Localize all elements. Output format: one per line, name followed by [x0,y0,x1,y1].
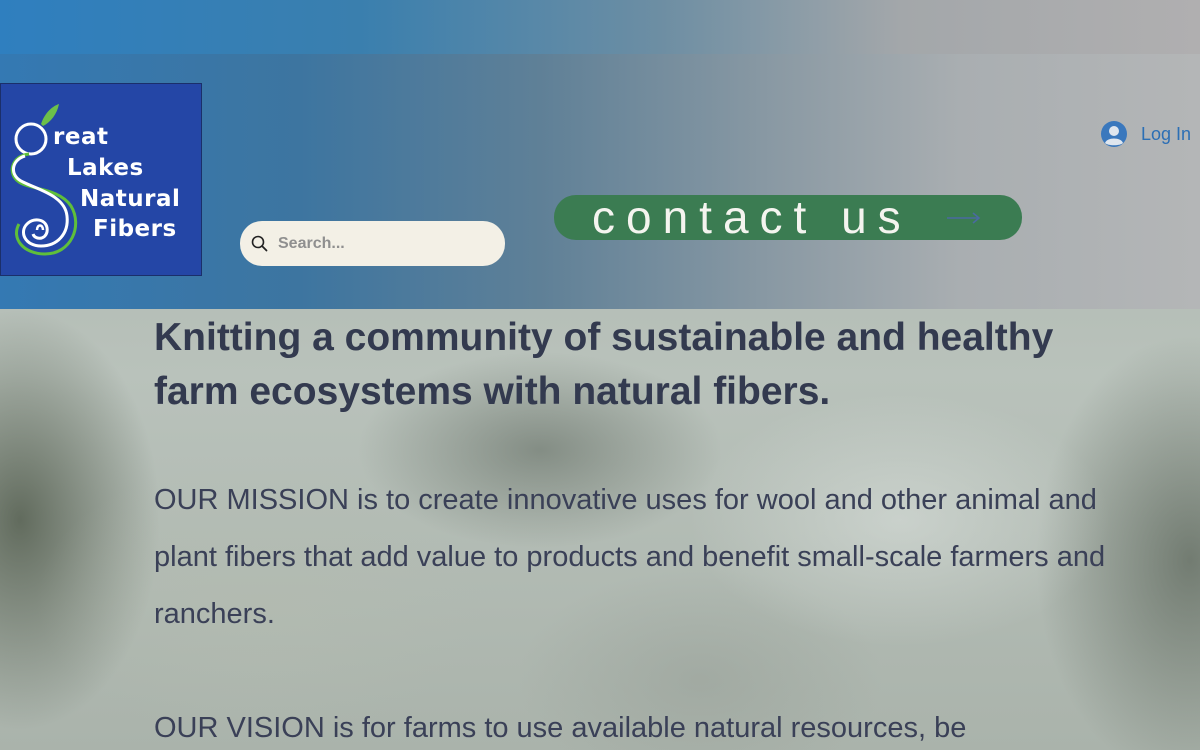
mission-paragraph: OUR MISSION is to create innovative uses… [154,484,1106,630]
logo-text-line-3: Natural [80,186,181,212]
page: reat Lakes Natural Fibers contact us [0,0,1200,750]
user-avatar-icon [1100,120,1128,148]
vision-paragraph: OUR VISION is for farms to use available… [154,712,967,744]
search-input[interactable] [278,221,493,266]
main-content: Knitting a community of sustainable and … [154,311,1144,744]
search-icon[interactable] [250,234,270,254]
page-headline: Knitting a community of sustainable and … [154,316,1054,413]
contact-us-label: contact us [592,191,912,243]
top-banner-strip [0,0,1200,54]
site-logo[interactable]: reat Lakes Natural Fibers [0,83,202,276]
logo-text-line-1: reat [53,124,109,150]
logo-text-line-4: Fibers [93,216,177,242]
arrow-right-icon [946,208,982,228]
logo-text-line-2: Lakes [67,155,144,181]
contact-us-button[interactable]: contact us [554,191,1022,243]
login-label: Log In [1141,123,1192,144]
search-bar[interactable] [240,221,505,266]
login-button[interactable]: Log In [1100,119,1191,149]
